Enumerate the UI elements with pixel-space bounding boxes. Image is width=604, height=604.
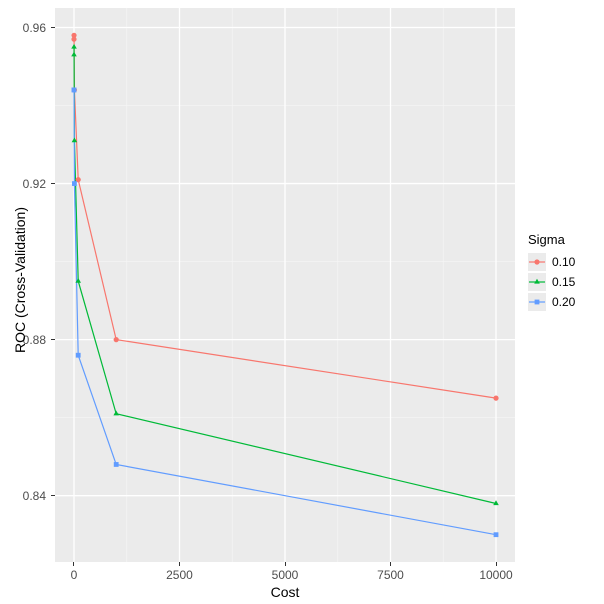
- y-tick-label: 0.96: [0, 21, 46, 35]
- legend-key-icon: [528, 293, 546, 311]
- y-tick-mark: [51, 183, 55, 184]
- x-tick-mark: [285, 562, 286, 566]
- x-tick-label: 7500: [361, 568, 421, 582]
- legend: Sigma 0.10 0.15 0.20: [528, 232, 575, 313]
- legend-key-icon: [528, 253, 546, 271]
- x-tick-mark: [179, 562, 180, 566]
- legend-item: 0.15: [528, 273, 575, 291]
- y-tick-mark: [51, 495, 55, 496]
- legend-label: 0.10: [552, 255, 575, 269]
- x-tick-label: 10000: [466, 568, 526, 582]
- x-tick-mark: [390, 562, 391, 566]
- x-tick-mark: [73, 562, 74, 566]
- y-tick-label: 0.84: [0, 489, 46, 503]
- x-tick-mark: [496, 562, 497, 566]
- x-tick-label: 2500: [149, 568, 209, 582]
- legend-item: 0.10: [528, 253, 575, 271]
- chart-figure: 0.840.880.920.96 025005000750010000 Cost…: [0, 0, 604, 604]
- x-tick-label: 0: [44, 568, 104, 582]
- legend-title: Sigma: [528, 232, 575, 247]
- y-axis-title: ROC (Cross-Validation): [12, 140, 28, 420]
- legend-label: 0.20: [552, 295, 575, 309]
- legend-key-icon: [528, 273, 546, 291]
- x-tick-label: 5000: [255, 568, 315, 582]
- legend-label: 0.15: [552, 275, 575, 289]
- y-tick-mark: [51, 339, 55, 340]
- plot-svg: [55, 8, 515, 562]
- y-tick-mark: [51, 27, 55, 28]
- x-axis-title: Cost: [55, 584, 515, 600]
- legend-item: 0.20: [528, 293, 575, 311]
